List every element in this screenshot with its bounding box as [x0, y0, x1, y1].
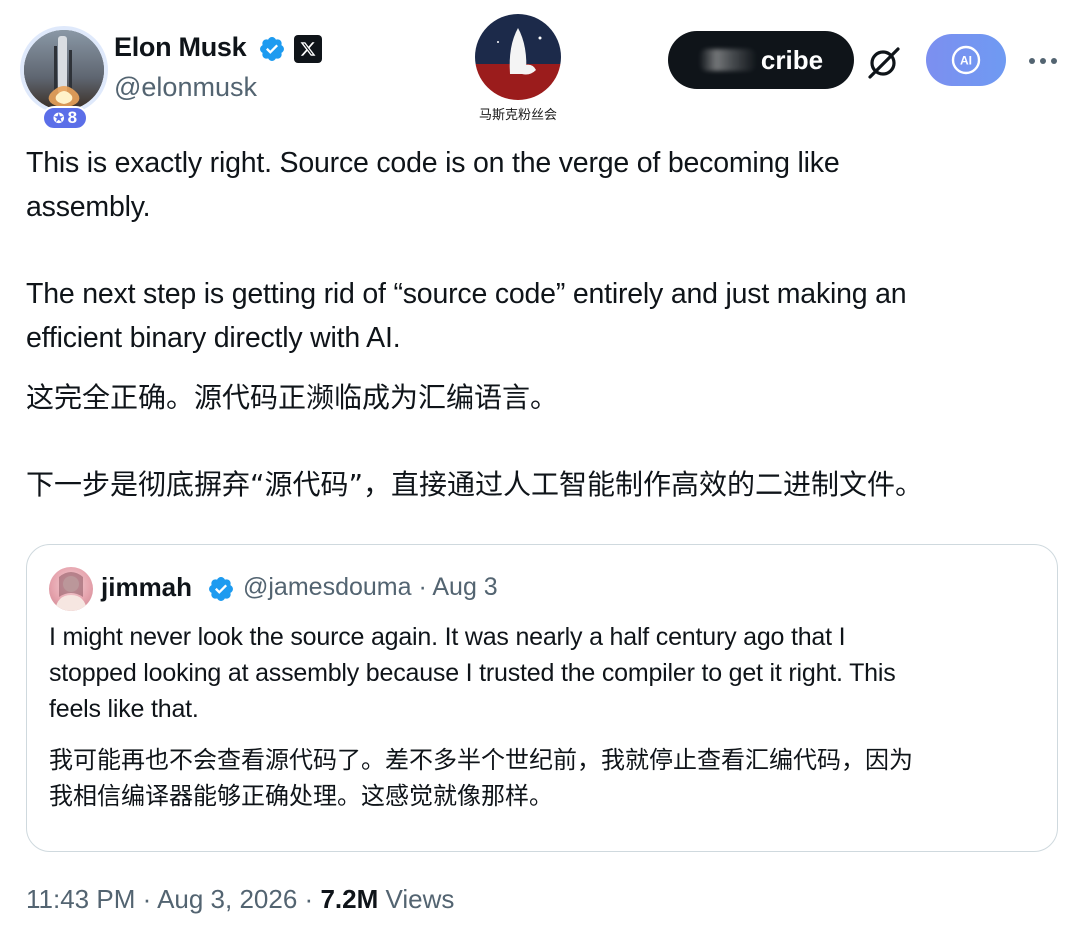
views-count: 7.2M — [320, 884, 379, 914]
quoted-line: I might never look the source again. It … — [49, 623, 846, 651]
subscribe-button[interactable]: cribe — [668, 31, 854, 89]
x-logo-icon — [294, 35, 322, 63]
footer-separator: · — [142, 884, 152, 914]
tweet-time[interactable]: 11:43 PM — [26, 884, 135, 914]
more-dots-icon[interactable] — [1028, 56, 1058, 66]
quoted-line: feels like that. — [49, 695, 199, 723]
author-name[interactable]: Elon Musk — [114, 32, 247, 63]
quoted-tweet-card[interactable]: jimmah @jamesdouma · Aug 3 I might never… — [26, 544, 1058, 852]
tweet-line: The next step is getting rid of “source … — [26, 278, 907, 310]
medal-icon: ✪ — [52, 109, 65, 126]
subscribe-label: cribe — [760, 44, 824, 75]
meta-separator: · — [418, 573, 427, 601]
verified-badge-icon — [260, 37, 284, 61]
watermark-emblem-icon — [475, 14, 561, 100]
quoted-line: 我相信编译器能够正确处理。这感觉就像那样。 — [49, 782, 553, 810]
quoted-line: stopped looking at assembly because I tr… — [49, 659, 896, 687]
blurred-text — [698, 49, 757, 71]
watermark-text: 马斯克粉丝会 — [478, 108, 557, 123]
tweet-text-cn-1: 这完全正确。源代码正濒临成为汇编语言。 — [26, 381, 559, 414]
quoted-tweet-text-cn: 我可能再也不会查看源代码了。差不多半个世纪前，我就停止查看汇编代码，因为 我相信… — [49, 742, 1049, 814]
grok-icon[interactable] — [866, 44, 902, 80]
watermark-logo: 马斯克粉丝会 — [470, 12, 566, 123]
author-avatar[interactable]: ✪ 8 — [20, 26, 108, 130]
tweet-line: assembly. — [26, 191, 151, 223]
tweet-line: This is exactly right. Source code is on… — [26, 147, 840, 179]
quoted-author-meta: @jamesdouma · Aug 3 — [243, 573, 498, 602]
person-avatar-icon — [55, 572, 87, 611]
affiliation-count: 8 — [67, 108, 78, 127]
tweet-line: efficient binary directly with AI. — [26, 322, 401, 354]
verified-badge-icon — [209, 577, 233, 601]
affiliation-badge[interactable]: ✪ 8 — [42, 106, 88, 130]
tweet-date[interactable]: Aug 3, 2026 — [157, 884, 297, 914]
ai-button[interactable]: AI — [926, 34, 1006, 86]
ai-sparkle-icon: AI — [951, 45, 981, 75]
quoted-author-avatar[interactable] — [49, 567, 93, 611]
footer-separator: · — [304, 884, 314, 914]
tweet-text-cn-2: 下一步是彻底摒弃“源代码”，直接通过人工智能制作高效的二进制文件。 — [26, 468, 924, 501]
tweet-text-en-2: The next step is getting rid of “source … — [26, 272, 1056, 360]
tweet-text-en-1: This is exactly right. Source code is on… — [26, 141, 1056, 229]
views-label: Views — [385, 884, 455, 914]
quoted-author-handle[interactable]: @jamesdouma — [243, 573, 412, 601]
quoted-tweet-text-en: I might never look the source again. It … — [49, 619, 1049, 727]
author-handle[interactable]: @elonmusk — [114, 72, 257, 103]
quoted-line: 我可能再也不会查看源代码了。差不多半个世纪前，我就停止查看汇编代码，因为 — [49, 746, 913, 774]
svg-text:AI: AI — [960, 54, 972, 68]
rocket-avatar-icon — [24, 30, 104, 110]
quoted-author-name[interactable]: jimmah — [101, 572, 192, 603]
quoted-tweet-date[interactable]: Aug 3 — [432, 573, 497, 601]
tweet-footer: 11:43 PM · Aug 3, 2026 · 7.2M Views — [26, 884, 454, 915]
